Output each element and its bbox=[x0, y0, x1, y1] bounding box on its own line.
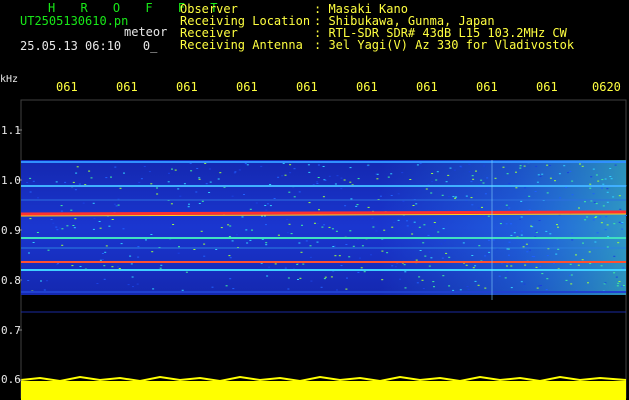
meteor-label: meteor bbox=[124, 25, 168, 39]
info-row-antenna: Receiving Antenna : 3el Yagi(V) Az 330 fo… bbox=[180, 39, 574, 51]
y-tick-label: 1.0 bbox=[1, 174, 21, 187]
datetime: 25.05.13 06:10 0_ bbox=[20, 40, 157, 52]
echo-line-main bbox=[20, 210, 627, 216]
info-value: : 3el Yagi(V) Az 330 for Vladivostok bbox=[314, 38, 575, 52]
station-info: Observer: Masaki Kano Receiving Location… bbox=[180, 3, 574, 51]
noise-floor bbox=[21, 381, 626, 400]
y-tick-label: 0.8 bbox=[1, 274, 21, 287]
y-tick-label: 0.6 bbox=[1, 373, 21, 386]
y-tick-label: 1.1 bbox=[1, 124, 21, 137]
file-name: UT2505130610.pn bbox=[20, 14, 129, 28]
x-tick-label: 061 bbox=[116, 80, 138, 94]
x-tick-label: 061 bbox=[476, 80, 498, 94]
y-tick-label: 0.7 bbox=[1, 324, 21, 337]
y-axis-unit: kHz bbox=[0, 74, 19, 85]
x-tick-label: 0620 bbox=[592, 80, 621, 94]
x-tick-label: 061 bbox=[296, 80, 318, 94]
info-label: Receiving Antenna bbox=[180, 38, 303, 52]
y-tick-label: 0.9 bbox=[1, 224, 21, 237]
x-tick-label: 061 bbox=[536, 80, 558, 94]
x-tick-label: 061 bbox=[236, 80, 258, 94]
x-tick-label: 061 bbox=[56, 80, 78, 94]
datetime-value: 25.05.13 06:10 bbox=[20, 39, 122, 53]
datetime-suffix: 0_ bbox=[142, 39, 158, 53]
spectrogram bbox=[18, 99, 627, 400]
x-tick-label: 061 bbox=[416, 80, 438, 94]
x-tick-label: 061 bbox=[176, 80, 198, 94]
x-tick-label: 061 bbox=[356, 80, 378, 94]
signal-band-noise bbox=[380, 160, 626, 295]
noise-floor-edge bbox=[20, 375, 627, 383]
